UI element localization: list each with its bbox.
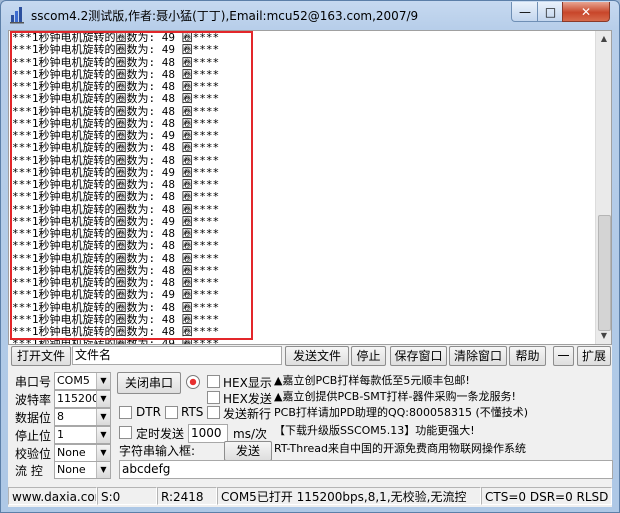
receive-text: ***1秒钟电机旋转的圈数为: 49 圈**** ***1秒钟电机旋转的圈数为: … bbox=[12, 31, 598, 345]
filename-input[interactable]: 文件名 bbox=[72, 346, 282, 365]
receive-line: ***1秒钟电机旋转的圈数为: 49 圈**** bbox=[12, 43, 220, 57]
chevron-down-icon[interactable]: ▼ bbox=[96, 427, 110, 443]
close-button[interactable]: ✕ bbox=[562, 2, 610, 22]
receive-line: ***1秒钟电机旋转的圈数为: 48 圈**** bbox=[12, 92, 220, 106]
status-bar: www.daxia.cor S:0 R:2418 COM5已打开 115200b… bbox=[8, 485, 612, 507]
hex-display-checkbox[interactable] bbox=[207, 375, 220, 388]
baud-select[interactable]: 115200 ▼ bbox=[54, 390, 111, 408]
help-button[interactable]: 帮助 bbox=[509, 346, 546, 366]
file-toolbar: 打开文件 文件名 发送文件 停止 保存窗口 清除窗口 帮助 一 扩展 bbox=[8, 346, 612, 366]
send-newline-checkbox[interactable] bbox=[207, 406, 220, 419]
clear-window-button[interactable]: 清除窗口 bbox=[449, 346, 507, 366]
receive-line: ***1秒钟电机旋转的圈数为: 48 圈**** bbox=[12, 251, 220, 265]
receive-line: ***1秒钟电机旋转的圈数为: 48 圈**** bbox=[12, 190, 220, 204]
app-window: sscom4.2测试版,作者:聂小猛(丁丁),Email:mcu52@163.c… bbox=[0, 0, 620, 513]
receive-line: ***1秒钟电机旋转的圈数为: 48 圈**** bbox=[12, 202, 220, 216]
window-title: sscom4.2测试版,作者:聂小猛(丁丁),Email:mcu52@163.c… bbox=[31, 9, 419, 23]
port-select[interactable]: COM5 ▼ bbox=[54, 372, 111, 390]
received-count: R:2418 bbox=[157, 487, 217, 505]
promo-link[interactable]: ▲嘉立创PCB打样每款低至5元顺丰包邮! bbox=[274, 372, 470, 388]
collapse-button[interactable]: 一 bbox=[553, 346, 574, 366]
chevron-down-icon[interactable]: ▼ bbox=[96, 445, 110, 461]
databits-value: 8 bbox=[57, 410, 64, 423]
baud-label: 波特率 bbox=[15, 393, 52, 407]
timed-send-checkbox[interactable] bbox=[119, 426, 132, 439]
promo-link[interactable]: RT-Thread来自中国的开源免费商用物联网操作系统 bbox=[274, 440, 526, 456]
rts-checkbox[interactable] bbox=[165, 406, 178, 419]
port-label: 串口号 bbox=[15, 375, 52, 389]
scrollbar-thumb[interactable] bbox=[598, 215, 611, 331]
port-status-indicator-icon bbox=[186, 375, 200, 389]
send-file-button[interactable]: 发送文件 bbox=[285, 346, 349, 366]
string-input[interactable]: abcdefg bbox=[119, 460, 613, 479]
baud-value: 115200 bbox=[57, 392, 99, 405]
receive-line: ***1秒钟电机旋转的圈数为: 48 圈**** bbox=[12, 141, 220, 155]
parity-select[interactable]: None ▼ bbox=[54, 444, 111, 462]
receive-line: ***1秒钟电机旋转的圈数为: 49 圈**** bbox=[12, 288, 220, 302]
open-file-button[interactable]: 打开文件 bbox=[11, 346, 71, 366]
port-value: COM5 bbox=[57, 374, 90, 387]
title-bar[interactable]: sscom4.2测试版,作者:聂小猛(丁丁),Email:mcu52@163.c… bbox=[1, 1, 619, 29]
sent-count: S:0 bbox=[97, 487, 157, 505]
sscom-app-icon bbox=[10, 7, 24, 24]
client-area: ***1秒钟电机旋转的圈数为: 49 圈**** ***1秒钟电机旋转的圈数为: … bbox=[8, 30, 613, 507]
expand-button[interactable]: 扩展 bbox=[577, 346, 611, 366]
databits-select[interactable]: 8 ▼ bbox=[54, 408, 111, 426]
stop-button[interactable]: 停止 bbox=[351, 346, 386, 366]
hex-send-checkbox[interactable] bbox=[207, 391, 220, 404]
scroll-up-icon[interactable]: ▲ bbox=[596, 31, 611, 47]
receive-line: ***1秒钟电机旋转的圈数为: 48 圈**** bbox=[12, 153, 220, 167]
line-status: CTS=0 DSR=0 RLSD bbox=[481, 487, 612, 505]
maximize-button[interactable]: □ bbox=[537, 2, 564, 22]
chevron-down-icon[interactable]: ▼ bbox=[96, 462, 110, 478]
flow-value: None bbox=[57, 463, 86, 476]
minimize-button[interactable]: — bbox=[511, 2, 539, 22]
promo-link[interactable]: PCB打样请加PD助理的QQ:800058315 (不懂技术) bbox=[274, 404, 528, 420]
receive-line: ***1秒钟电机旋转的圈数为: 49 圈**** bbox=[12, 337, 220, 345]
chevron-down-icon[interactable]: ▼ bbox=[96, 409, 110, 425]
stopbits-label: 停止位 bbox=[15, 429, 52, 443]
parity-label: 校验位 bbox=[15, 447, 52, 461]
parity-value: None bbox=[57, 446, 86, 459]
vertical-scrollbar[interactable]: ▲ ▼ bbox=[595, 31, 611, 344]
website-link[interactable]: www.daxia.cor bbox=[8, 487, 97, 505]
receive-textarea[interactable]: ***1秒钟电机旋转的圈数为: 49 圈**** ***1秒钟电机旋转的圈数为: … bbox=[8, 30, 612, 345]
interval-input[interactable]: 1000 bbox=[188, 424, 228, 443]
save-window-button[interactable]: 保存窗口 bbox=[390, 346, 447, 366]
chevron-down-icon[interactable]: ▼ bbox=[96, 373, 110, 389]
receive-line: ***1秒钟电机旋转的圈数为: 48 圈**** bbox=[12, 300, 220, 314]
send-newline-label: 发送新行 bbox=[223, 407, 272, 421]
stopbits-value: 1 bbox=[57, 428, 64, 441]
port-status: COM5已打开 115200bps,8,1,无校验,无流控 bbox=[217, 487, 481, 505]
stopbits-select[interactable]: 1 ▼ bbox=[54, 426, 111, 444]
receive-line: ***1秒钟电机旋转的圈数为: 48 圈**** bbox=[12, 239, 220, 253]
timed-send-label: 定时发送 bbox=[136, 427, 185, 441]
dtr-checkbox[interactable] bbox=[119, 406, 132, 419]
receive-line: ***1秒钟电机旋转的圈数为: 48 圈**** bbox=[12, 55, 220, 69]
close-port-button[interactable]: 关闭串口 bbox=[117, 372, 181, 394]
hex-display-label: HEX显示 bbox=[223, 376, 272, 390]
dtr-label: DTR bbox=[136, 405, 161, 419]
receive-line: ***1秒钟电机旋转的圈数为: 48 圈**** bbox=[12, 104, 220, 118]
flow-label: 流 控 bbox=[15, 464, 43, 478]
promo-link[interactable]: ▲嘉立创提供PCB-SMT打样-器件采购一条龙服务! bbox=[274, 388, 516, 404]
flow-select[interactable]: None ▼ bbox=[54, 461, 111, 479]
chevron-down-icon[interactable]: ▼ bbox=[96, 391, 110, 407]
input-label: 字符串输入框: bbox=[119, 444, 196, 458]
rts-label: RTS bbox=[181, 405, 204, 419]
scroll-down-icon[interactable]: ▼ bbox=[596, 328, 611, 344]
interval-unit-label: ms/次 bbox=[233, 427, 267, 441]
promo-link[interactable]: 【下载升级版SSCOM5.13】功能更强大! bbox=[274, 422, 475, 438]
send-button[interactable]: 发送 bbox=[224, 441, 272, 461]
databits-label: 数据位 bbox=[15, 411, 52, 425]
